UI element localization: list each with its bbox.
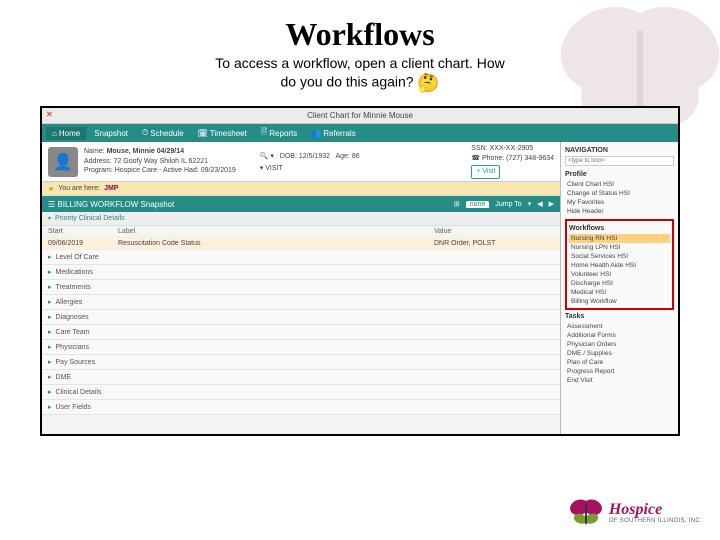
table-row[interactable]: 09/06/2019 Resuscitation Code Status DNR… bbox=[42, 238, 560, 250]
accordion-medications[interactable]: ▸Medications bbox=[42, 265, 560, 280]
sidebar-item-discharge[interactable]: Discharge HSI bbox=[569, 279, 670, 288]
sidebar-task-dme-supplies[interactable]: DME / Supplies bbox=[565, 349, 674, 358]
star-icon[interactable]: ★ bbox=[48, 185, 54, 193]
accordion-physicians[interactable]: ▸Physicians bbox=[42, 340, 560, 355]
phone-icon: ☎ bbox=[471, 155, 480, 162]
tasks-section: Tasks bbox=[565, 313, 674, 320]
window-title: Client Chart for Minnie Mouse bbox=[307, 111, 413, 120]
nav-home[interactable]: ⌂ Home bbox=[46, 127, 86, 140]
footer-logo: Hospice OF SOUTHERN ILLINOIS, INC. bbox=[567, 494, 702, 532]
nav-referrals[interactable]: 👥 Referrals bbox=[305, 127, 361, 140]
nav-schedule[interactable]: ⏱ Schedule bbox=[136, 126, 190, 140]
sidebar-item-social-services[interactable]: Social Services HSI bbox=[569, 252, 670, 261]
butterfly-logo-icon bbox=[567, 494, 605, 532]
table-header: Start Label Value bbox=[42, 226, 560, 238]
sidebar-item-hide-header[interactable]: Hide Header bbox=[565, 207, 674, 216]
breadcrumb: ★ You are here: JMP bbox=[42, 182, 560, 196]
brand-name: Hospice bbox=[609, 502, 702, 518]
accordion-diagnoses[interactable]: ▸Diagnoses bbox=[42, 310, 560, 325]
prev-icon[interactable]: ◀ bbox=[537, 200, 542, 208]
sidebar-item-change-status[interactable]: Change of Status HSI bbox=[565, 189, 674, 198]
accordion-user-fields[interactable]: ▸User Fields bbox=[42, 400, 560, 415]
thinking-emoji: 🤔 bbox=[417, 73, 439, 93]
profile-section: Profile bbox=[565, 171, 674, 178]
workflow-bar: ☰ BILLING WORKFLOW Snapshot ⊞ none Jump … bbox=[42, 196, 560, 212]
app-screenshot: ✕ Client Chart for Minnie Mouse ⌂ Home S… bbox=[40, 106, 680, 436]
close-icon[interactable]: ✕ bbox=[46, 110, 56, 120]
client-header: 👤 Name: Mouse, Minnie 04/29/14 Address: … bbox=[42, 142, 560, 182]
brand-tagline: OF SOUTHERN ILLINOIS, INC. bbox=[609, 518, 702, 524]
sidebar-item-favorites[interactable]: My Favorites bbox=[565, 198, 674, 207]
next-icon[interactable]: ▶ bbox=[549, 200, 554, 208]
sidebar-item-nursing-lpn[interactable]: Nursing LPN HSI bbox=[569, 243, 670, 252]
sidebar-item-home-health-aide[interactable]: Home Health Aide HSI bbox=[569, 261, 670, 270]
sidebar-item-nursing-rn[interactable]: Nursing RN HSI bbox=[569, 234, 670, 243]
add-visit-button[interactable]: + Visit bbox=[471, 165, 500, 179]
workflows-section: Workflows bbox=[569, 225, 670, 232]
nav-timesheet[interactable]: 🗓 Timesheet bbox=[192, 127, 253, 140]
slide-title: Workflows bbox=[30, 16, 690, 53]
accordion-allergies[interactable]: ▸Allergies bbox=[42, 295, 560, 310]
slide-subtitle: To access a workflow, open a client char… bbox=[30, 55, 690, 94]
sidebar-task-additional-forms[interactable]: Additional Forms bbox=[565, 331, 674, 340]
accordion-care-team[interactable]: ▸Care Team bbox=[42, 325, 560, 340]
accordion-level-of-care[interactable]: ▸Level Of Care bbox=[42, 250, 560, 265]
sidebar-item-client-chart[interactable]: Client Chart HSI bbox=[565, 180, 674, 189]
nav-snapshot[interactable]: Snapshot bbox=[88, 127, 134, 140]
sidebar-task-end-visit[interactable]: End Visit bbox=[565, 376, 674, 385]
avatar: 👤 bbox=[48, 147, 78, 177]
sidebar-task-progress-report[interactable]: Progress Report bbox=[565, 367, 674, 376]
sidebar-search-input[interactable] bbox=[565, 156, 674, 166]
sidebar-item-medical[interactable]: Medical HSI bbox=[569, 288, 670, 297]
nav-panel-title: NAVIGATION bbox=[565, 147, 674, 154]
accordion-dme[interactable]: ▸DME bbox=[42, 370, 560, 385]
main-nav: ⌂ Home Snapshot ⏱ Schedule 🗓 Timesheet 🗎… bbox=[42, 124, 678, 142]
accordion-pay-sources[interactable]: ▸Pay Sources bbox=[42, 355, 560, 370]
workflows-highlight-box: Workflows Nursing RN HSI Nursing LPN HSI… bbox=[565, 219, 674, 310]
accordion-clinical-details[interactable]: ▸Clinical Details bbox=[42, 385, 560, 400]
priority-header[interactable]: ▾ Priority Clinical Details bbox=[42, 212, 560, 226]
sidebar-task-plan-of-care[interactable]: Plan of Care bbox=[565, 358, 674, 367]
window-titlebar: ✕ Client Chart for Minnie Mouse bbox=[42, 108, 678, 124]
sidebar-item-billing-workflow[interactable]: Billing Workflow bbox=[569, 297, 670, 306]
accordion-treatments[interactable]: ▸Treatments bbox=[42, 280, 560, 295]
nav-reports[interactable]: 🗎 Reports bbox=[255, 124, 303, 142]
sidebar-task-assessment[interactable]: Assessment bbox=[565, 322, 674, 331]
sidebar-task-physician-orders[interactable]: Physician Orders bbox=[565, 340, 674, 349]
sidebar-item-volunteer[interactable]: Volunteer HSI bbox=[569, 270, 670, 279]
chevron-down-icon: ▾ bbox=[48, 215, 51, 222]
